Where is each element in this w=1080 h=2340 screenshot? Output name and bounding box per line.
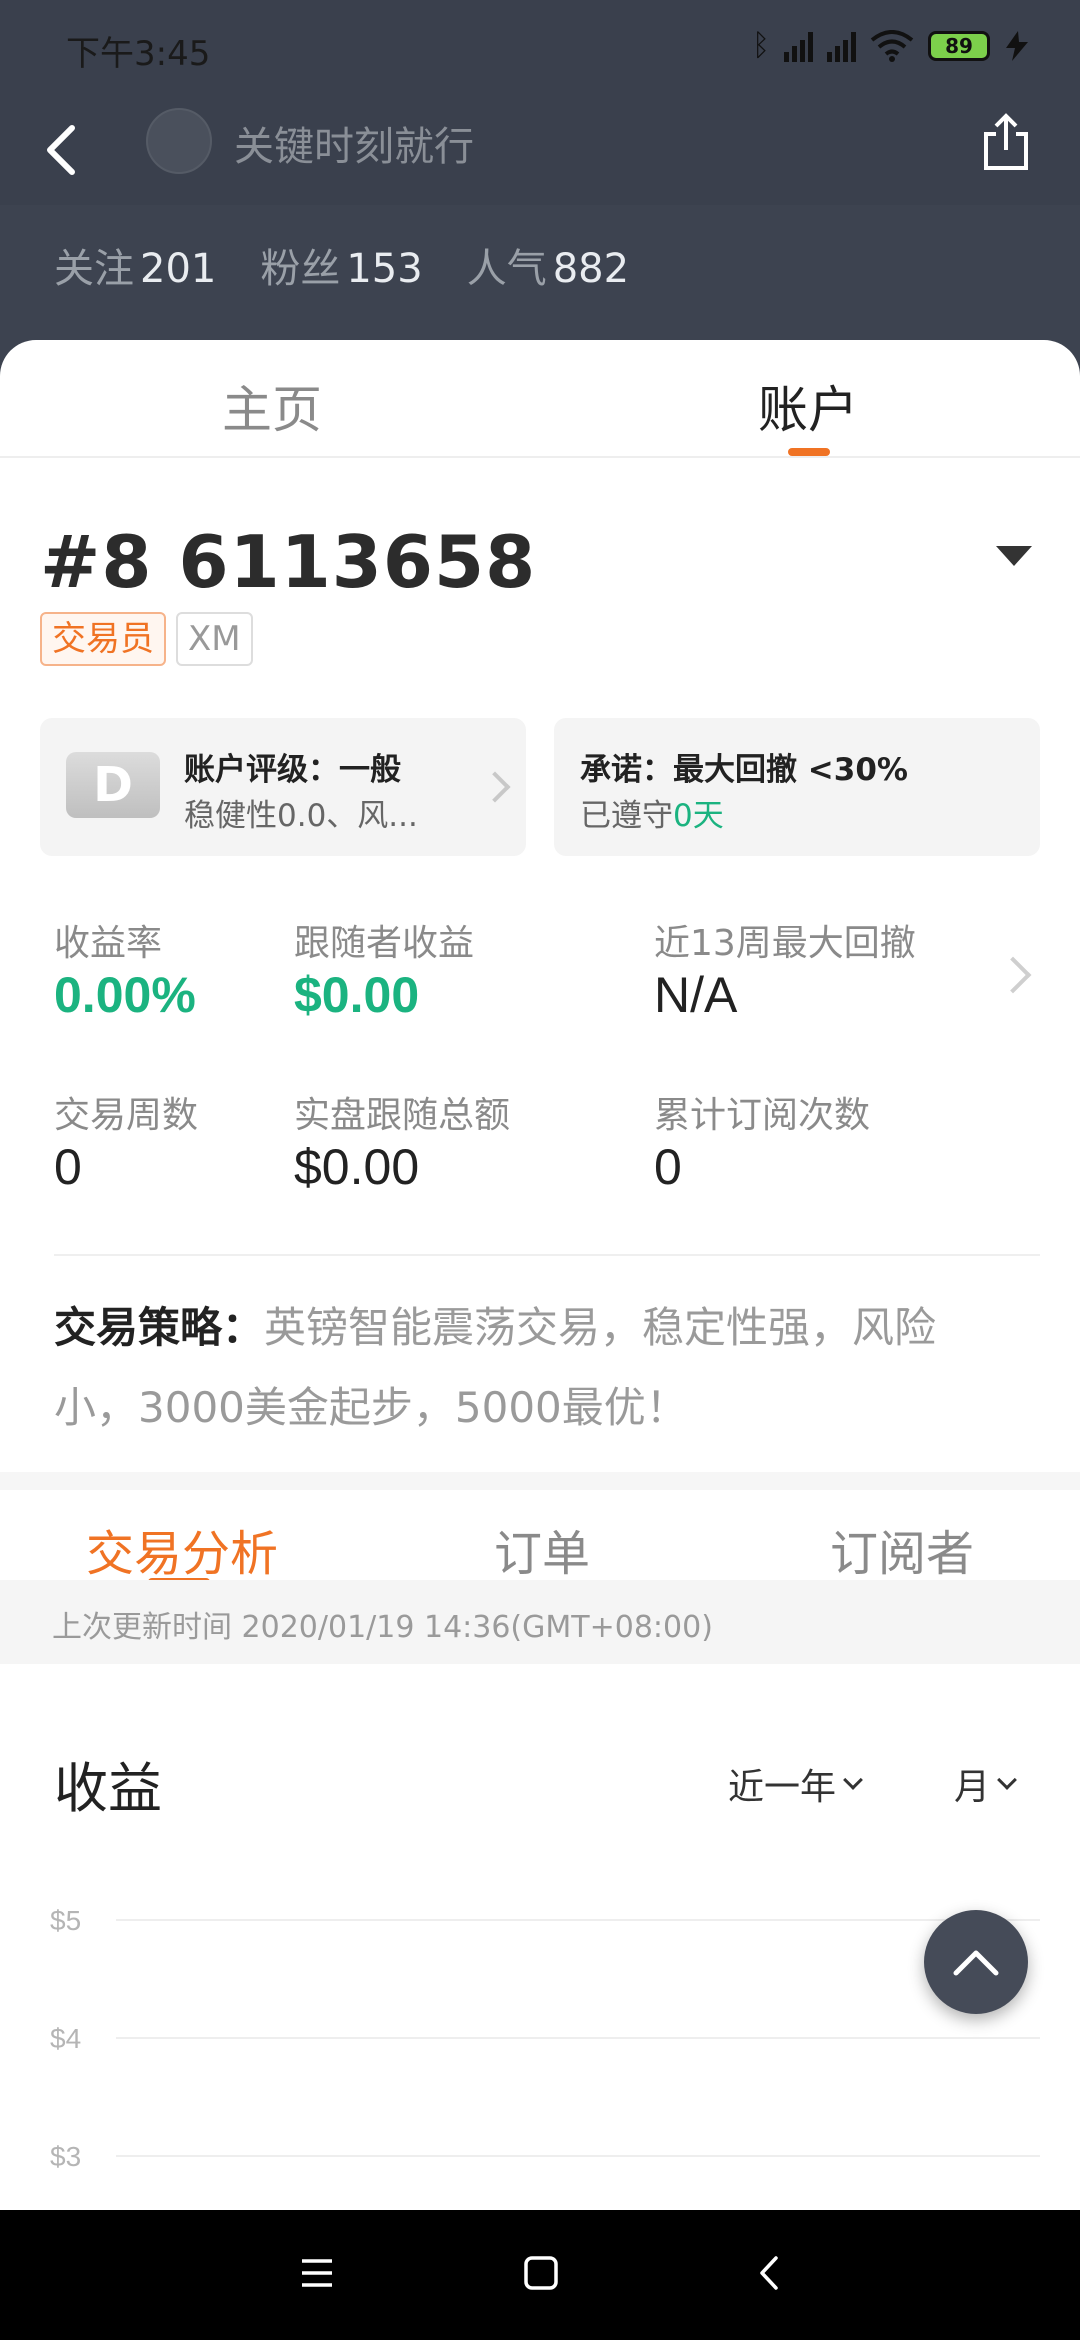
promise-title: 承诺：最大回撤 <30% xyxy=(580,752,908,788)
account-badges: 交易员 XM xyxy=(40,612,253,666)
promise-box: 承诺：最大回撤 <30% 已遵守0天 xyxy=(554,718,1040,856)
divider xyxy=(54,1254,1040,1256)
tab-indicator xyxy=(788,448,830,456)
menu-icon[interactable] xyxy=(300,2256,334,2290)
battery-icon: 89 xyxy=(928,30,990,61)
back-nav-icon[interactable] xyxy=(756,2254,782,2292)
back-icon[interactable] xyxy=(36,122,92,178)
status-time: 下午3:45 xyxy=(66,34,211,74)
signal-icon xyxy=(784,30,813,62)
metrics-more-icon[interactable] xyxy=(994,956,1032,994)
scroll-top-button[interactable] xyxy=(924,1910,1028,2014)
rating-grade-icon: D xyxy=(66,752,160,818)
chevron-right-icon xyxy=(479,771,511,803)
promise-subtitle: 已遵守0天 xyxy=(580,790,724,835)
rating-box[interactable]: D 账户评级：一般 稳健性0.0、风... xyxy=(40,718,526,856)
trading-strategy: 交易策略：英镑智能震荡交易，稳定性强，风险小，3000美金起步，5000最优！ xyxy=(54,1288,1014,1448)
status-icons: ᛒ 89 xyxy=(752,28,1030,63)
account-dropdown-icon[interactable] xyxy=(996,546,1032,566)
signal-icon-2 xyxy=(827,30,856,62)
tab-account[interactable]: 账户 xyxy=(758,370,858,442)
metric-label-subscriptions: 累计订阅次数 xyxy=(654,1095,871,1136)
tab-orders[interactable]: 订单 xyxy=(494,1514,590,1584)
charging-icon xyxy=(1006,30,1028,61)
tab-trade-analysis[interactable]: 交易分析 xyxy=(86,1514,278,1584)
top-tabs: 主页 账户 xyxy=(0,340,1080,458)
y-tick-label: $3 xyxy=(50,2141,81,2172)
period-filter-label: 近一年 xyxy=(728,1767,837,1808)
unit-filter[interactable]: 月 xyxy=(954,1758,1017,1810)
stat-followers[interactable]: 粉丝 153 xyxy=(260,236,422,294)
chevron-up-icon xyxy=(953,1950,999,1976)
trader-badge: 交易员 xyxy=(40,612,166,666)
y-tick-label: $4 xyxy=(50,2023,81,2054)
last-update: 上次更新时间 2020/01/19 14:36(GMT+08:00) xyxy=(52,1610,713,1645)
earnings-title: 收益 xyxy=(54,1757,162,1820)
section-gap xyxy=(0,1472,1080,1492)
y-tick-label: $5 xyxy=(50,1905,81,1936)
update-row: 上次更新时间 2020/01/19 14:36(GMT+08:00) xyxy=(0,1580,1080,1664)
unit-filter-label: 月 xyxy=(954,1767,991,1808)
promise-days: 0天 xyxy=(673,798,724,834)
metric-value-follow-total: $0.00 xyxy=(294,1139,420,1195)
stat-label: 粉丝 xyxy=(260,246,341,292)
earnings-chart: $5 $4 $3 xyxy=(50,1905,1040,2172)
metric-value-follower-profit: $0.00 xyxy=(294,967,420,1023)
stat-value: 153 xyxy=(346,246,423,292)
metric-value-drawdown: N/A xyxy=(654,967,738,1023)
metric-value-return: 0.00% xyxy=(54,967,196,1023)
rating-title: 账户评级：一般 xyxy=(184,752,401,788)
share-icon[interactable] xyxy=(978,112,1034,172)
broker-badge: XM xyxy=(176,612,253,666)
stat-label: 人气 xyxy=(466,246,547,292)
metric-label-follower-profit: 跟随者收益 xyxy=(294,923,475,964)
page-title: 关键时刻就行 xyxy=(234,124,474,170)
stat-value: 201 xyxy=(140,246,217,292)
account-number: #8 6113658 xyxy=(40,520,537,604)
avatar[interactable] xyxy=(146,108,212,174)
tab-subscribers[interactable]: 订阅者 xyxy=(830,1514,974,1584)
bluetooth-icon: ᛒ xyxy=(752,28,770,63)
home-icon[interactable] xyxy=(522,2254,560,2292)
tab-home[interactable]: 主页 xyxy=(222,370,322,442)
metric-label-drawdown: 近13周最大回撤 xyxy=(654,923,916,964)
rating-subtitle: 稳健性0.0、风... xyxy=(184,798,418,834)
wifi-icon xyxy=(870,29,914,62)
stat-popularity: 人气 882 xyxy=(467,236,629,294)
system-nav-bar xyxy=(0,2210,1080,2340)
stat-label: 关注 xyxy=(54,246,134,292)
chevron-down-icon xyxy=(843,1770,863,1790)
nav-row: 关键时刻就行 xyxy=(0,100,1080,200)
metric-label-return: 收益率 xyxy=(54,923,163,964)
period-filter[interactable]: 近一年 xyxy=(728,1758,863,1810)
stat-following[interactable]: 关注 201 xyxy=(54,236,216,294)
profile-stats: 关注 201 粉丝 153 人气 882 xyxy=(54,236,629,294)
metric-value-weeks: 0 xyxy=(54,1139,82,1195)
strategy-label: 交易策略： xyxy=(54,1303,265,1352)
chevron-down-icon xyxy=(997,1770,1017,1790)
metric-value-subscriptions: 0 xyxy=(654,1139,682,1195)
metric-label-weeks: 交易周数 xyxy=(54,1095,199,1136)
metric-label-follow-total: 实盘跟随总额 xyxy=(294,1095,511,1136)
stat-value: 882 xyxy=(552,246,630,292)
promise-prefix: 已遵守 xyxy=(580,798,673,834)
status-bar: 下午3:45 ᛒ 89 xyxy=(0,0,1080,96)
